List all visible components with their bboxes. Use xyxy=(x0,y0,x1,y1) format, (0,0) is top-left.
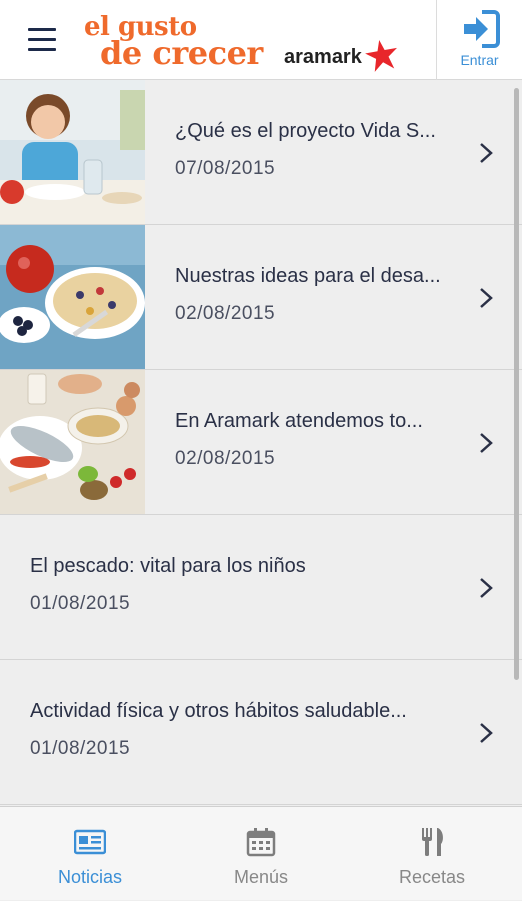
chevron-right-icon xyxy=(480,288,493,308)
news-title: En Aramark atendemos to... xyxy=(175,410,423,432)
tab-label: Recetas xyxy=(398,867,466,887)
news-title: Nuestras ideas para el desa... xyxy=(175,265,441,287)
chevron-right-icon xyxy=(480,143,493,163)
menu-line xyxy=(28,28,56,31)
news-list[interactable]: ¿Qué es el proyecto Vida S... 07/08/2015 xyxy=(0,80,522,806)
app-logo: el gusto de crecer aramark xyxy=(84,6,404,76)
scrollbar[interactable] xyxy=(514,88,519,680)
aramark-star-icon xyxy=(365,40,398,72)
news-date: 07/08/2015 xyxy=(175,158,276,179)
news-title: El pescado: vital para los niños xyxy=(30,555,306,577)
chevron-right-icon xyxy=(480,433,493,453)
news-date: 02/08/2015 xyxy=(175,303,276,324)
chevron-right-icon xyxy=(480,578,493,598)
breakfast-bowls-photo xyxy=(0,225,145,369)
tab-label: Menús xyxy=(233,867,289,887)
news-item[interactable]: En Aramark atendemos to... 02/08/2015 xyxy=(0,370,522,515)
brand-name: aramark xyxy=(284,46,362,68)
news-title: Actividad física y otros hábitos saludab… xyxy=(30,700,407,722)
news-item[interactable]: ¿Qué es el proyecto Vida S... 07/08/2015 xyxy=(0,80,522,225)
tab-recetas[interactable]: Recetas xyxy=(345,807,519,901)
hamburger-menu-button[interactable] xyxy=(28,28,56,52)
login-label: Entrar xyxy=(460,52,499,68)
logo-text-line2: de crecer xyxy=(100,34,263,72)
news-title: ¿Qué es el proyecto Vida S... xyxy=(175,120,436,142)
chevron-right-icon xyxy=(480,723,493,743)
news-item[interactable]: Nuestras ideas para el desa... 02/08/201… xyxy=(0,225,522,370)
menu-line xyxy=(28,38,56,41)
news-item[interactable]: El pescado: vital para los niños 01/08/2… xyxy=(0,515,522,660)
login-icon xyxy=(463,10,500,48)
login-button[interactable]: Entrar xyxy=(437,0,522,80)
news-date: 01/08/2015 xyxy=(30,593,131,614)
fork-knife-icon xyxy=(422,828,443,856)
news-date: 01/08/2015 xyxy=(30,738,131,759)
tab-menus[interactable]: Menús xyxy=(174,807,348,901)
menu-line xyxy=(28,48,56,51)
news-date: 02/08/2015 xyxy=(175,448,276,469)
tab-label: Noticias xyxy=(57,867,123,887)
tab-noticias[interactable]: Noticias xyxy=(3,807,177,901)
bottom-tab-bar: Noticias Menús Recetas xyxy=(0,806,522,900)
app-header: el gusto de crecer aramark Entrar xyxy=(0,0,522,80)
news-item[interactable]: Actividad física y otros hábitos saludab… xyxy=(0,660,522,805)
fish-and-legumes-photo xyxy=(0,370,145,514)
newspaper-icon xyxy=(74,829,106,855)
calendar-icon xyxy=(246,828,276,857)
child-eating-photo xyxy=(0,80,145,224)
